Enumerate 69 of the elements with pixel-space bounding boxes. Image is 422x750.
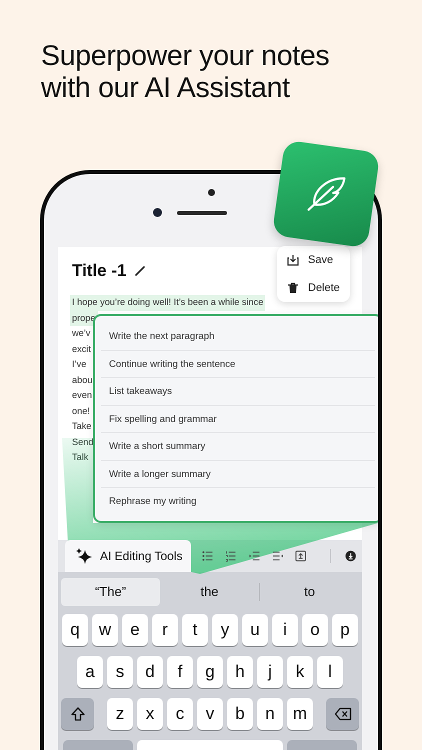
- menu-item[interactable]: Write the next paragraph: [101, 323, 375, 350]
- key[interactable]: p: [332, 614, 358, 646]
- note-text: we’v: [71, 327, 92, 340]
- key[interactable]: r: [152, 614, 178, 646]
- key[interactable]: o: [302, 614, 328, 646]
- key[interactable]: c: [167, 698, 193, 730]
- numbered-list-icon[interactable]: [225, 550, 237, 562]
- key[interactable]: b: [227, 698, 253, 730]
- key[interactable]: g: [197, 656, 223, 688]
- sparkle-icon: [75, 547, 93, 565]
- note-text: one!: [71, 404, 91, 418]
- key[interactable]: q: [62, 614, 88, 646]
- suggestion[interactable]: “The”: [61, 578, 160, 606]
- suggestion[interactable]: the: [160, 578, 259, 606]
- note-text: Talk: [71, 451, 90, 464]
- menu-item[interactable]: List takeaways: [101, 378, 375, 406]
- key[interactable]: d: [137, 656, 163, 688]
- note-title[interactable]: Title -1: [72, 261, 126, 281]
- key[interactable]: u: [242, 614, 268, 646]
- ai-tools-button[interactable]: AI Editing Tools: [65, 540, 191, 572]
- key[interactable]: y: [212, 614, 238, 646]
- save-icon: [287, 254, 299, 266]
- key[interactable]: v: [197, 698, 223, 730]
- key[interactable]: a: [77, 656, 103, 688]
- menu-item[interactable]: Write a longer summary: [101, 460, 375, 488]
- key[interactable]: j: [257, 656, 283, 688]
- outdent-icon[interactable]: [272, 550, 284, 562]
- trash-icon: [287, 282, 299, 294]
- note-text: I’ve: [71, 358, 88, 371]
- note-text: excit: [71, 342, 92, 356]
- delete-menu-item[interactable]: Delete: [277, 274, 350, 302]
- key[interactable]: l: [317, 656, 343, 688]
- key[interactable]: z: [107, 698, 133, 730]
- key[interactable]: e: [122, 614, 148, 646]
- note-text: even: [71, 389, 93, 402]
- note-text: abou: [71, 374, 94, 386]
- key[interactable]: m: [287, 698, 313, 730]
- menu-item[interactable]: Fix spelling and grammar: [101, 406, 375, 433]
- speaker-grille: [177, 210, 227, 214]
- pencil-icon[interactable]: [135, 266, 146, 276]
- key[interactable]: h: [227, 656, 253, 688]
- note-text: I hope you’re doing well! It’s been a while since: [70, 295, 266, 310]
- indent-icon[interactable]: [248, 550, 260, 562]
- note-text: Send: [71, 436, 94, 448]
- key[interactable]: w: [92, 614, 118, 646]
- key[interactable]: s: [107, 656, 133, 688]
- backspace-icon: [334, 707, 352, 721]
- headline: Superpower your notes: [41, 40, 330, 72]
- share-icon[interactable]: [295, 550, 307, 562]
- menu-item[interactable]: Rephrase my writing: [101, 488, 375, 516]
- menu-item[interactable]: Continue writing the sentence: [101, 350, 375, 378]
- keyboard-dismiss-icon[interactable]: [344, 550, 356, 562]
- menu-item[interactable]: Write a short summary: [101, 433, 375, 460]
- sensor-dot: [208, 189, 214, 196]
- key[interactable]: i: [272, 614, 298, 646]
- shift-key[interactable]: [61, 698, 94, 730]
- bullet-list-icon[interactable]: [202, 550, 214, 562]
- suggestion[interactable]: to: [260, 578, 359, 606]
- save-menu-item[interactable]: Save: [277, 246, 350, 274]
- note-text: Take: [71, 420, 92, 433]
- key[interactable]: t: [182, 614, 208, 646]
- backspace-key[interactable]: [326, 698, 359, 730]
- headline: with our AI Assistant: [41, 72, 290, 104]
- key[interactable]: x: [137, 698, 163, 730]
- key[interactable]: f: [167, 656, 193, 688]
- shift-icon: [70, 706, 86, 722]
- camera-dot: [153, 208, 162, 217]
- key[interactable]: n: [257, 698, 283, 730]
- key[interactable]: k: [287, 656, 313, 688]
